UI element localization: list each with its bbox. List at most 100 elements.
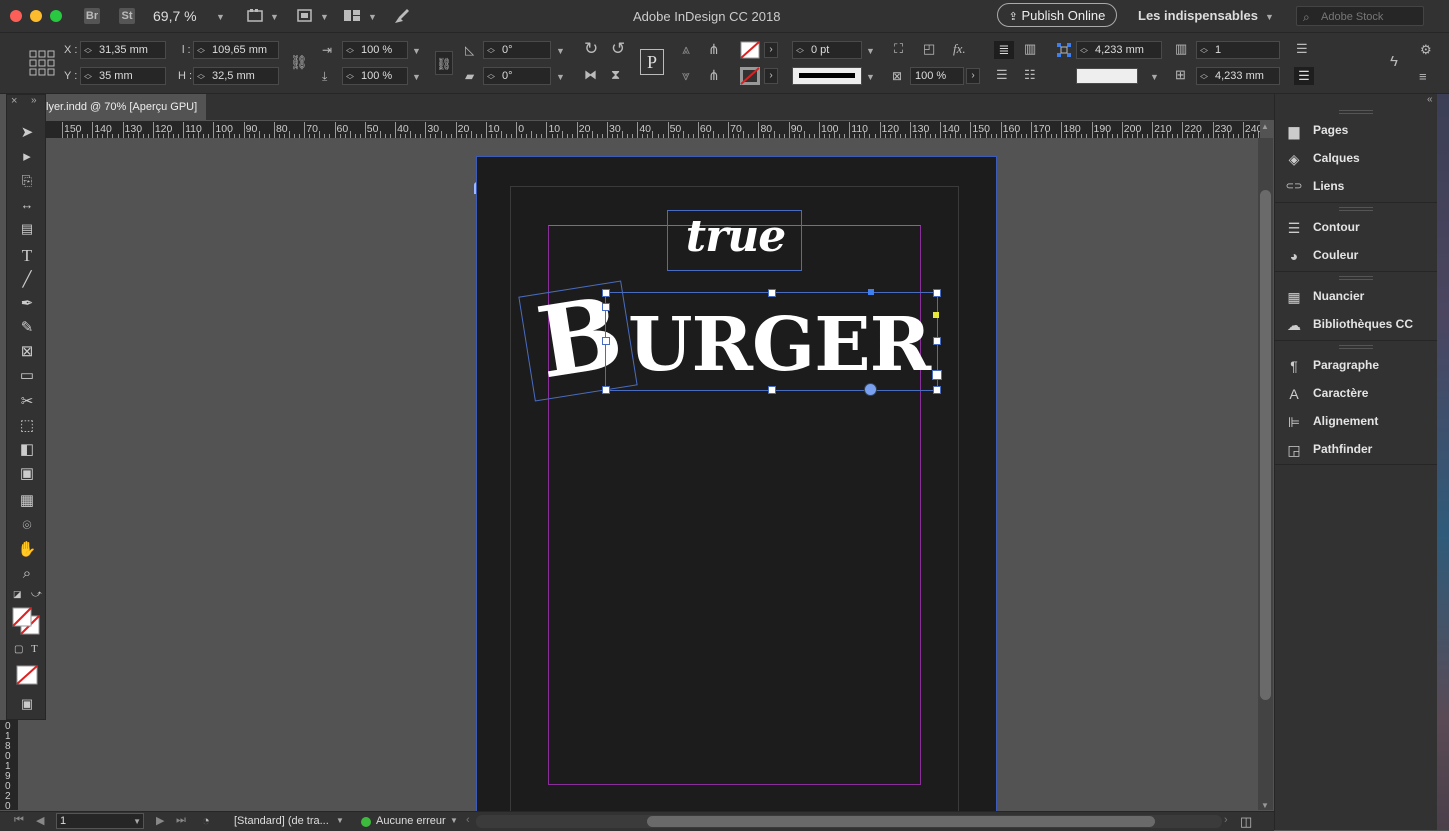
arrange-dropdown-icon[interactable]: ▼ [368,12,377,22]
gutter-field[interactable]: ︿ ﹀ 4,233 mm [1196,67,1280,85]
fill-none-icon[interactable] [740,41,760,59]
workspace-switcher[interactable]: Les indispensables [1138,8,1258,23]
zoom-window-button[interactable] [50,10,62,22]
height-field[interactable]: ︿ ﹀ 32,5 mm [193,67,279,85]
fill-stroke-proxy-icon[interactable] [12,607,42,637]
stroke-swatch-dropdown-icon[interactable]: › [764,68,778,84]
preflight-profile[interactable]: [Standard] (de tra... [234,815,329,827]
page-number-field[interactable]: 1 ▼ [56,813,144,829]
select-container-icon[interactable]: ⩓ [682,40,690,58]
constrain-scale-icon[interactable]: ⛓ [435,51,453,75]
text-wrap-box-icon[interactable]: ▥ [1024,40,1036,58]
panel-collapse-icon[interactable]: « [1427,94,1433,105]
view-options-icon[interactable] [247,8,267,24]
panel-group-grip[interactable] [1339,276,1373,280]
bridge-icon[interactable]: Br [84,8,100,24]
b-frame-handle[interactable] [602,303,610,311]
stroke-weight-dropdown-icon[interactable]: ▼ [866,46,875,56]
handle-out-port[interactable] [932,370,942,380]
gradient-feather-tool-icon[interactable]: ▣ [15,463,39,485]
screen-mode-icon[interactable] [296,8,314,24]
panel-item-biblioth-ques-cc[interactable]: ☁ Bibliothèques CC [1285,314,1435,336]
horizontal-scrollbar-thumb[interactable] [647,816,1155,827]
zoom-tool-icon[interactable]: ⌕ [15,563,39,585]
zoom-dropdown-icon[interactable]: ▼ [216,12,225,22]
fitting-icon[interactable]: ⛶ [894,40,903,58]
drop-shadow-icon[interactable]: ◰ [923,40,935,58]
opacity-dropdown-icon[interactable]: › [966,68,980,84]
select-next-object-icon[interactable]: ⋔ [708,40,720,58]
stock-search-input[interactable]: ⌕ Adobe Stock [1296,6,1424,26]
scale-y-field[interactable]: ︿ ﹀ 100 % [342,67,408,85]
vertical-scrollbar-thumb[interactable] [1260,190,1271,700]
panel-item-calques[interactable]: ◈ Calques [1285,148,1435,170]
y-position-field[interactable]: ︿ ﹀ 35 mm [80,67,166,85]
document-page[interactable]: true B URGER [476,156,997,818]
panel-item-couleur[interactable]: ◕ Couleur [1285,245,1435,267]
workspace-dropdown-icon[interactable]: ▼ [1265,12,1274,22]
document-tab[interactable]: lyer.indd @ 70% [Aperçu GPU] [46,94,206,120]
text-frame-style-dropdown-icon[interactable]: ▼ [1150,72,1159,82]
text-frame-style-selector[interactable] [1076,68,1138,84]
handle-bottom-left[interactable] [602,386,610,394]
handle-middle-left[interactable] [602,337,610,345]
stroke-weight-field[interactable]: ︿ ﹀ 0 pt [792,41,862,59]
opacity-field[interactable]: 100 % [910,67,964,85]
line-tool-icon[interactable]: ╱ [15,269,39,291]
text-wrap-none-icon[interactable]: ≣ [994,41,1014,59]
scissors-tool-icon[interactable]: ✂ [15,391,39,413]
handle-top-left[interactable] [602,289,610,297]
select-content-icon[interactable]: ⩔ [682,66,690,84]
shear-angle-field[interactable]: ︿ ﹀ 0° [483,67,551,85]
true-text-frame[interactable]: true [667,210,802,271]
urger-text-frame[interactable]: URGER [602,289,942,396]
handle-bottom-right[interactable] [933,386,941,394]
previous-page-icon[interactable]: ◀ [36,814,44,827]
align-top-icon[interactable]: ☰ [996,66,1008,84]
justify-icon[interactable]: ☰ [1294,67,1314,85]
panel-item-caract-re[interactable]: A Caractère [1285,383,1435,405]
constrain-proportions-icon[interactable]: ⛓ [290,53,308,71]
page-tool-icon[interactable]: ⎘ [15,170,39,192]
handle-bottom-center[interactable] [768,386,776,394]
formatting-text-icon[interactable]: T [31,643,38,655]
view-options-dropdown-icon[interactable]: ▼ [270,12,279,22]
panel-item-nuancier[interactable]: ▦ Nuancier [1285,286,1435,308]
panel-item-liens[interactable]: ⊂⊃ Liens [1285,176,1435,198]
scroll-up-icon[interactable]: ▲ [1261,122,1269,131]
scale-x-dropdown-icon[interactable]: ▼ [412,46,421,56]
panel-item-pathfinder[interactable]: ◲ Pathfinder [1285,439,1435,461]
preflight-menu-icon[interactable]: ◔ [202,813,210,828]
inset-spacing-field[interactable]: ︿ ﹀ 4,233 mm [1076,41,1162,59]
type-tool-icon[interactable]: T [15,245,39,267]
panel-group-grip[interactable] [1339,207,1373,211]
reference-point-icon[interactable] [29,50,55,76]
panel-item-alignement[interactable]: ⊫ Alignement [1285,411,1435,433]
rotate-dropdown-icon[interactable]: ▼ [556,46,565,56]
handle-in-port[interactable] [868,289,874,295]
publish-online-button[interactable]: ⇪ Publish Online [997,3,1117,27]
page-number-dropdown-icon[interactable]: ▼ [133,815,141,829]
settings-gear-icon[interactable]: ⚙ [1420,41,1432,59]
stroke-type-selector[interactable] [792,67,862,85]
screen-mode-dropdown-icon[interactable]: ▼ [320,12,329,22]
fill-swatch-dropdown-icon[interactable]: › [764,42,778,58]
panel-item-contour[interactable]: ☰ Contour [1285,217,1435,239]
rotate-cw-icon[interactable]: ↻ [584,40,598,58]
handle-middle-right[interactable] [933,337,941,345]
panel-item-pages[interactable]: ▆ Pages [1285,120,1435,142]
scale-y-dropdown-icon[interactable]: ▼ [412,72,421,82]
handle-top-right[interactable] [933,289,941,297]
scroll-right-icon[interactable]: › [1224,814,1228,826]
last-page-icon[interactable]: ⏭ [176,814,186,827]
columns-field[interactable]: ︿ ﹀ 1 [1196,41,1280,59]
rectangle-tool-icon[interactable]: ▭ [15,365,39,387]
free-transform-tool-icon[interactable]: ⬚ [15,415,39,437]
effects-fx-icon[interactable]: fx. [953,40,966,58]
eyedropper-tool-icon[interactable]: ⌾ [15,515,39,537]
publish-rocket-icon[interactable] [393,7,411,25]
vertical-ruler[interactable]: 018019020 [0,720,18,812]
x-position-field[interactable]: ︿ ﹀ 31,35 mm [80,41,166,59]
next-page-icon[interactable]: ▶ [156,814,164,827]
live-corner-handle[interactable] [933,312,939,318]
